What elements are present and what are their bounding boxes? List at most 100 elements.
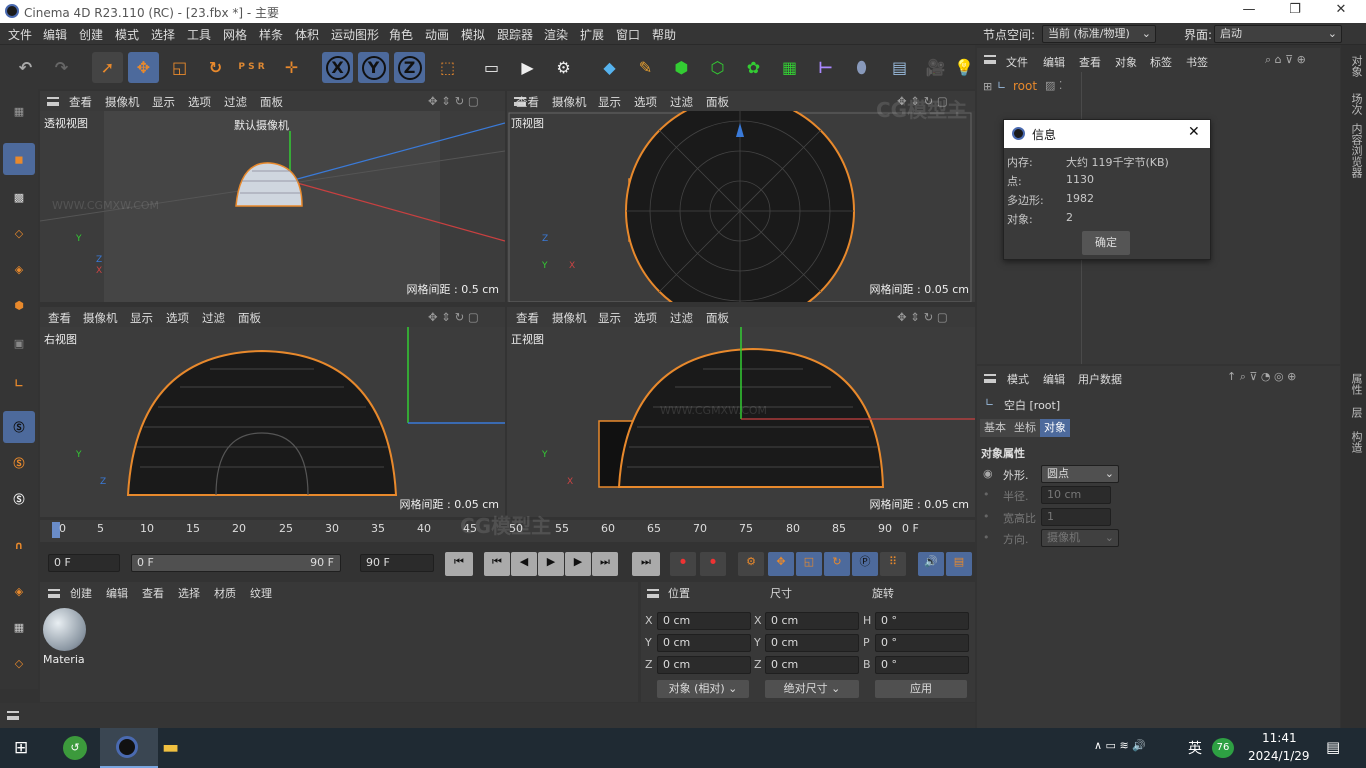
side-tab-structure[interactable]: 构造 <box>1348 431 1364 453</box>
vp-menu-filter[interactable]: 过滤 <box>224 94 247 110</box>
snap-settings-icon[interactable]: Ⓢ <box>3 447 35 479</box>
undo-icon[interactable]: ↶ <box>10 52 41 83</box>
rot-h-field[interactable]: 0 ° <box>875 612 969 630</box>
vp-menu-options[interactable]: 选项 <box>634 310 657 326</box>
menu-window[interactable]: 窗口 <box>616 26 640 43</box>
om-menu-file[interactable]: 文件 <box>1006 54 1028 70</box>
attr-menu-userdata[interactable]: 用户数据 <box>1078 371 1122 387</box>
sound-icon[interactable]: 🔊 <box>918 552 944 576</box>
om-menu-object[interactable]: 对象 <box>1115 54 1137 70</box>
key-rotation-icon[interactable]: ↻ <box>824 552 850 576</box>
render-picture-viewer-icon[interactable]: ▶ <box>512 52 543 83</box>
material-menu-icon[interactable] <box>48 589 60 598</box>
film-icon[interactable]: ▤ <box>946 552 972 576</box>
prev-key-icon[interactable]: ⏮ <box>484 552 510 576</box>
rotate-tool-icon[interactable]: ↻ <box>200 52 231 83</box>
radio-icon[interactable]: • <box>983 488 990 501</box>
psr-icon[interactable]: P S R <box>236 52 267 83</box>
snap-icon[interactable]: Ⓢ <box>3 411 35 443</box>
locked-workplane-icon[interactable]: ▦ <box>3 611 35 643</box>
go-to-end-icon[interactable]: ⏭ <box>632 552 660 576</box>
rot-b-field[interactable]: 0 ° <box>875 656 969 674</box>
notification-icon[interactable]: ▤ <box>1326 738 1340 756</box>
vp-menu-panel[interactable]: 面板 <box>260 94 283 110</box>
side-tab-takes[interactable]: 场次 <box>1348 93 1364 115</box>
magnet-icon[interactable]: ∩ <box>3 529 35 561</box>
current-frame-field[interactable]: 0 F <box>48 554 120 572</box>
menu-tools[interactable]: 工具 <box>187 26 211 43</box>
side-tab-attributes[interactable]: 属性 <box>1348 373 1364 395</box>
x-axis-lock-icon[interactable]: X <box>322 52 353 83</box>
redo-icon[interactable]: ↷ <box>46 52 77 83</box>
radio-icon[interactable]: ◉ <box>983 467 993 480</box>
taskbar-cinema4d[interactable] <box>100 728 158 768</box>
render-settings-icon[interactable]: ⚙ <box>548 52 579 83</box>
texture-mode-icon[interactable]: ▩ <box>3 181 35 213</box>
menu-tracker[interactable]: 跟踪器 <box>497 26 533 43</box>
vp-menu-camera[interactable]: 摄像机 <box>83 310 118 326</box>
expand-icon[interactable]: ⊞ <box>983 80 992 93</box>
max-frame-field[interactable]: 90 F <box>360 554 434 572</box>
windows-start-icon[interactable]: ⊞ <box>14 738 28 758</box>
next-frame-icon[interactable]: ▶ <box>565 552 591 576</box>
viewport-nav-icons[interactable]: ✥ ⇕ ↻ ▢ <box>897 310 948 324</box>
move-tool-icon[interactable]: ✥ <box>128 52 159 83</box>
vp-menu-panel[interactable]: 面板 <box>706 310 729 326</box>
menu-volume[interactable]: 体积 <box>295 26 319 43</box>
security-badge[interactable]: 76 <box>1212 738 1234 758</box>
key-position-icon[interactable]: ✥ <box>768 552 794 576</box>
tab-basic[interactable]: 基本 <box>980 419 1010 437</box>
subdivision-icon[interactable]: ⬢ <box>666 52 697 83</box>
play-icon[interactable]: ▶ <box>538 552 564 576</box>
camera-icon[interactable]: 🎥 <box>920 52 951 83</box>
vp-menu-filter[interactable]: 过滤 <box>670 94 693 110</box>
menu-mesh[interactable]: 网格 <box>223 26 247 43</box>
autokey-icon[interactable]: ⏺ <box>700 552 726 576</box>
deformer-icon[interactable]: ⊢ <box>810 52 841 83</box>
frame-range-slider[interactable]: 0 F 90 F <box>131 554 341 572</box>
menu-simulate[interactable]: 模拟 <box>461 26 485 43</box>
size-mode-select[interactable]: 绝对尺寸 ⌄ <box>765 680 859 698</box>
mat-menu-material[interactable]: 材质 <box>214 585 236 601</box>
cloner-icon[interactable]: ✿ <box>738 52 769 83</box>
om-menu-view[interactable]: 查看 <box>1079 54 1101 70</box>
om-menu-bookmarks[interactable]: 书签 <box>1186 54 1208 70</box>
orientation-select[interactable]: 摄像机 ⌄ <box>1041 529 1119 547</box>
menu-spline[interactable]: 样条 <box>259 26 283 43</box>
tray-icons[interactable]: ∧ ▭ ≋ 🔊 <box>1094 739 1146 752</box>
workplane-align-icon[interactable]: ◇ <box>3 647 35 679</box>
close-button[interactable]: ✕ <box>1318 2 1364 22</box>
next-key-icon[interactable]: ⏭ <box>592 552 618 576</box>
vp-menu-display[interactable]: 显示 <box>598 310 621 326</box>
polygons-mode-icon[interactable]: ⬢ <box>3 289 35 321</box>
prev-frame-icon[interactable]: ◀ <box>511 552 537 576</box>
size-x-field[interactable]: 0 cm <box>765 612 859 630</box>
menu-mograph[interactable]: 运动图形 <box>331 26 379 43</box>
vp-menu-display[interactable]: 显示 <box>152 94 175 110</box>
key-param-icon[interactable]: Ⓟ <box>852 552 878 576</box>
om-menu-tags[interactable]: 标签 <box>1150 54 1172 70</box>
vp-menu-options[interactable]: 选项 <box>634 94 657 110</box>
uv-mode-icon[interactable]: ▣ <box>3 327 35 359</box>
menu-render[interactable]: 渲染 <box>544 26 568 43</box>
axis-tool-icon[interactable]: ✛ <box>276 52 307 83</box>
aspect-field[interactable]: 1 <box>1041 508 1111 526</box>
mat-menu-create[interactable]: 创建 <box>70 585 92 601</box>
points-mode-icon[interactable]: ◇ <box>3 217 35 249</box>
menu-character[interactable]: 角色 <box>389 26 413 43</box>
pen-icon[interactable]: ✎ <box>630 52 661 83</box>
attr-nav-icons[interactable]: ↑ ⌕ ⊽ ◔ ◎ ⊕ <box>1227 370 1296 384</box>
key-scale-icon[interactable]: ◱ <box>796 552 822 576</box>
vp-menu-view[interactable]: 查看 <box>516 94 539 110</box>
clock-time[interactable]: 11:41 <box>1262 731 1297 745</box>
key-pla-icon[interactable]: ⠿ <box>880 552 906 576</box>
rot-p-field[interactable]: 0 ° <box>875 634 969 652</box>
minimize-button[interactable]: — <box>1226 2 1272 22</box>
tab-coord[interactable]: 坐标 <box>1010 419 1040 437</box>
file-explorer-icon[interactable]: ▬ <box>162 737 179 758</box>
menu-mode[interactable]: 模式 <box>115 26 139 43</box>
attr-menu-edit[interactable]: 编辑 <box>1043 371 1065 387</box>
edges-mode-icon[interactable]: ◈ <box>3 253 35 285</box>
vp-menu-display[interactable]: 显示 <box>598 94 621 110</box>
pos-z-field[interactable]: 0 cm <box>657 656 751 674</box>
